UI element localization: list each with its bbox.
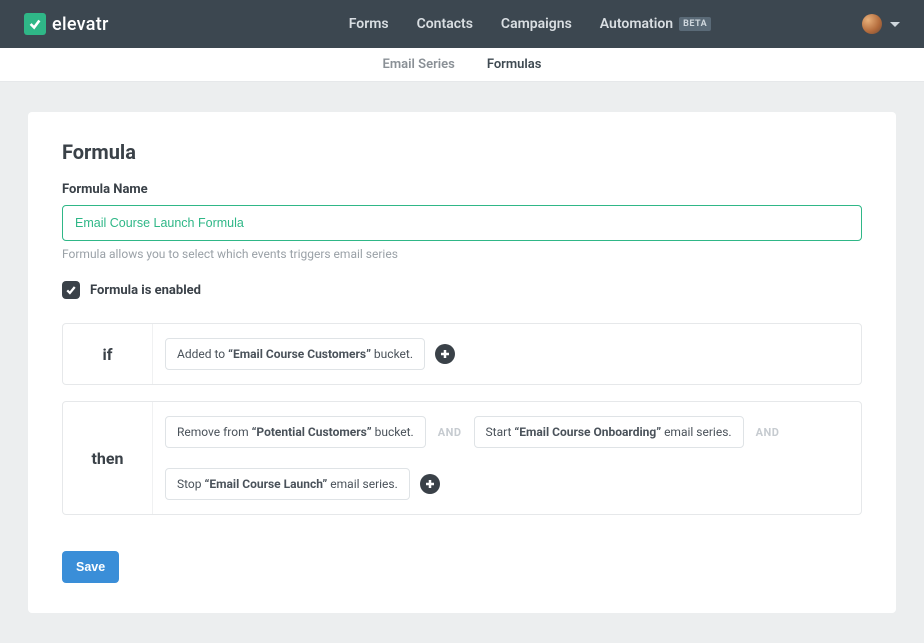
enabled-row: Formula is enabled [62,281,862,299]
chip-target: “Email Course Launch” [205,477,328,491]
chip-target: “Email Course Onboarding” [514,425,661,439]
then-block: then Remove from “Potential Customers” b… [62,401,862,515]
then-action-chip[interactable]: Stop “Email Course Launch” email series. [165,468,410,500]
logo-text: elevatr [52,14,109,35]
nav-forms[interactable]: Forms [349,16,389,32]
plus-icon [440,349,450,359]
formula-name-help: Formula allows you to select which event… [62,247,862,261]
sub-nav: Email Series Formulas [0,48,924,82]
chip-prefix: Added to [177,347,228,361]
chip-suffix: email series. [327,477,397,491]
chip-target: “Potential Customers” [252,425,372,439]
nav-automation[interactable]: Automation BETA [600,16,711,32]
and-separator: AND [436,426,464,439]
save-button[interactable]: Save [62,551,119,583]
plus-icon [425,479,435,489]
avatar [862,14,882,34]
then-action-chip[interactable]: Start “Email Course Onboarding” email se… [474,416,744,448]
nav-contacts[interactable]: Contacts [417,16,473,32]
top-nav: elevatr Forms Contacts Campaigns Automat… [0,0,924,48]
add-then-action-button[interactable] [420,474,440,494]
if-condition-chip[interactable]: Added to “Email Course Customers” bucket… [165,338,425,370]
nav-campaigns[interactable]: Campaigns [501,16,572,32]
page-title: Formula [62,140,862,164]
formula-name-label: Formula Name [62,182,862,197]
nav-automation-label: Automation [600,16,673,32]
subnav-email-series[interactable]: Email Series [383,57,455,72]
then-action-chip[interactable]: Remove from “Potential Customers” bucket… [165,416,426,448]
chip-suffix: bucket. [372,425,414,439]
if-block: if Added to “Email Course Customers” buc… [62,323,862,385]
logo[interactable]: elevatr [24,13,109,35]
then-head: then [63,402,153,514]
beta-badge: BETA [679,17,711,31]
and-separator: AND [754,426,782,439]
add-if-condition-button[interactable] [435,344,455,364]
nav-links: Forms Contacts Campaigns Automation BETA [349,16,711,32]
enabled-label: Formula is enabled [90,283,201,298]
user-menu[interactable] [862,14,900,34]
then-body: Remove from “Potential Customers” bucket… [153,402,861,514]
formula-card: Formula Formula Name Formula allows you … [28,112,896,613]
chip-prefix: Stop [177,477,205,491]
formula-name-input[interactable] [62,205,862,241]
check-icon [65,284,77,296]
chip-suffix: email series. [661,425,731,439]
page-body: Formula Formula Name Formula allows you … [0,82,924,643]
if-body: Added to “Email Course Customers” bucket… [153,324,861,384]
chip-target: “Email Course Customers” [228,347,371,361]
enabled-checkbox[interactable] [62,281,80,299]
chevron-down-icon [890,22,900,27]
chip-prefix: Remove from [177,425,252,439]
subnav-formulas[interactable]: Formulas [487,57,542,72]
chip-prefix: Start [486,425,515,439]
if-head: if [63,324,153,384]
chip-suffix: bucket. [371,347,413,361]
logo-mark-icon [24,13,46,35]
